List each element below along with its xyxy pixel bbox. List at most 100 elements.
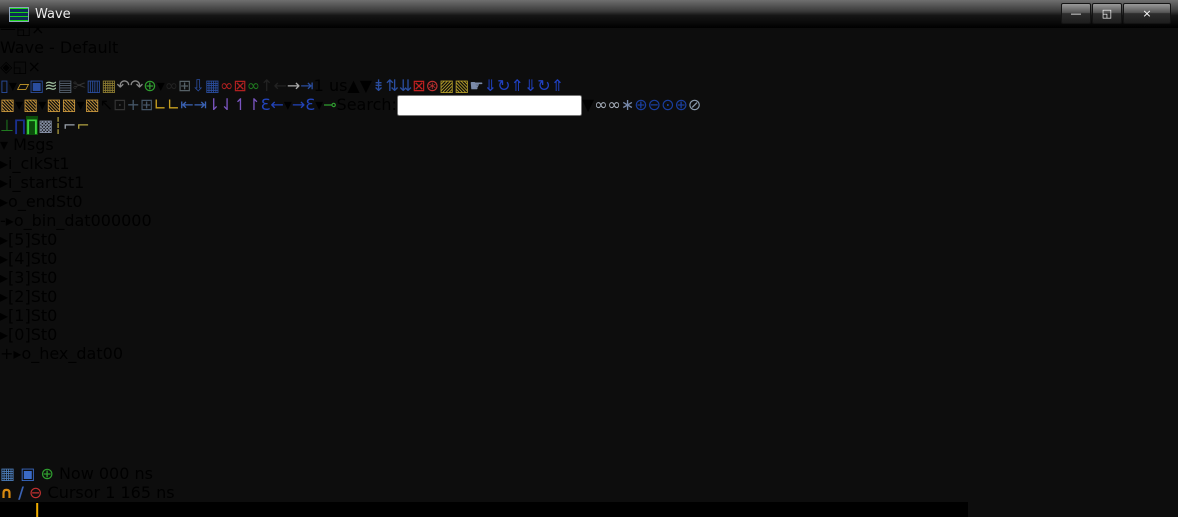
time-range-spinbox[interactable]: 1 us bbox=[314, 76, 348, 95]
back-button[interactable]: ← bbox=[273, 76, 286, 95]
show-drivers-button[interactable]: ▨ bbox=[439, 76, 454, 95]
search-prev-button[interactable]: ∞ bbox=[594, 95, 607, 114]
monitor-icon[interactable]: ▣ bbox=[20, 464, 35, 483]
pane-header[interactable]: Wave - Default ◈ ◱ × bbox=[0, 38, 1178, 76]
search-options-button[interactable]: ∗ bbox=[621, 95, 634, 114]
cursor-down-button[interactable]: ⇊ bbox=[399, 76, 412, 95]
signal-row-3[interactable]: ▸[3]St0 bbox=[0, 268, 1178, 287]
spinbox-arrows[interactable]: ▲▼ bbox=[347, 76, 372, 95]
paste-button[interactable]: ▦ bbox=[101, 76, 116, 95]
cursor-name-box[interactable]: Cursor 1 bbox=[48, 483, 116, 502]
zoom-in-button[interactable]: ⊕ bbox=[634, 95, 647, 114]
redo-button[interactable]: ↷ bbox=[130, 76, 143, 95]
forward-button[interactable]: → bbox=[287, 76, 300, 95]
restore-zoom-cursor-button[interactable]: ⇟ bbox=[372, 76, 385, 95]
pane-dock-button[interactable]: ◱ bbox=[12, 57, 27, 76]
pane-close-button[interactable]: × bbox=[27, 57, 40, 76]
prev-falling-edge-button[interactable]: ⇂ bbox=[207, 95, 220, 114]
cut-button[interactable]: ✂ bbox=[73, 76, 86, 95]
add-to-wave-button[interactable]: ▧▾ bbox=[0, 95, 23, 114]
search-input[interactable] bbox=[396, 95, 582, 116]
prev-transition-button[interactable]: ⇓ bbox=[484, 76, 497, 95]
up-level-button[interactable]: ↑ bbox=[260, 76, 273, 95]
signal-row-0[interactable]: ▸[0]St0 bbox=[0, 325, 1178, 344]
signal-row-4[interactable]: ▸[4]St0 bbox=[0, 249, 1178, 268]
expanded-time-events-button[interactable]: ⌐ bbox=[63, 116, 76, 135]
select-mode-button[interactable]: ↖ bbox=[100, 95, 113, 114]
pane-float-button[interactable]: ◈ bbox=[0, 57, 12, 76]
save-file-button[interactable]: ▣ bbox=[29, 76, 44, 95]
signal-row-5[interactable]: ▸[5]St0 bbox=[0, 230, 1178, 249]
memory-view-button[interactable]: ▦ bbox=[205, 76, 220, 95]
event-traceback-button[interactable]: Ɛ←▾ bbox=[261, 95, 292, 114]
copy-button[interactable]: ▥ bbox=[86, 76, 101, 95]
transition-jump-button[interactable]: ↻ bbox=[497, 76, 510, 95]
wrench-icon[interactable]: / bbox=[18, 483, 24, 502]
signal-row-o_end[interactable]: ▸o_endSt0 bbox=[0, 192, 1178, 211]
log-all-button[interactable]: ⇩ bbox=[191, 76, 204, 95]
undo-button[interactable]: ↶ bbox=[116, 76, 129, 95]
show-hierarchy-button[interactable]: ⊞ bbox=[178, 76, 191, 95]
remove-icon[interactable]: ⊖ bbox=[29, 483, 42, 502]
show-cause-button[interactable]: ⊸ bbox=[323, 95, 336, 114]
pulse-view-blue-button[interactable]: ∏ bbox=[14, 116, 26, 135]
print-button[interactable]: ▤ bbox=[58, 76, 73, 95]
zoom-mode-button[interactable]: ⊡ bbox=[113, 95, 126, 114]
expanded-time-deltas-button[interactable]: ┆ bbox=[53, 116, 63, 135]
stop-wave-drawing-button[interactable]: ⊛ bbox=[426, 76, 439, 95]
next-edge-button[interactable]: ⇥ bbox=[194, 95, 207, 114]
add-cursor-icon[interactable]: ⊕ bbox=[40, 464, 53, 483]
pattern-fill-button[interactable]: ▩ bbox=[38, 116, 53, 135]
add-copy-button[interactable]: ▧ bbox=[46, 95, 61, 114]
signal-row-o_hex_dat[interactable]: +▸o_hex_dat00 bbox=[0, 344, 1178, 363]
prev-rising-edge-button[interactable]: ↿ bbox=[234, 95, 247, 114]
expanded-time-all-button[interactable]: ⌐ bbox=[76, 116, 89, 135]
insert-cursor-button[interactable]: ∟ bbox=[153, 95, 166, 114]
next-event-button[interactable]: ⇑ bbox=[551, 76, 564, 95]
signal-row-i_clk[interactable]: ▸i_clkSt1 bbox=[0, 154, 1178, 173]
cursor-up-down-button[interactable]: ⇅ bbox=[385, 76, 398, 95]
chevron-down-icon[interactable]: ▾ bbox=[0, 135, 8, 154]
wave-canvas[interactable]: 0000001...0...0...0...0...0...0000000...… bbox=[0, 502, 968, 517]
pan-hand-button[interactable]: ☛ bbox=[469, 76, 483, 95]
pulse-view-green-button[interactable]: ∏ bbox=[26, 116, 39, 135]
delete-contents-button[interactable]: ⊠ bbox=[233, 76, 246, 95]
find-button[interactable]: ∞ bbox=[165, 76, 178, 95]
find-in-files-button[interactable]: ∞ bbox=[220, 76, 233, 95]
expand-toggle[interactable]: + bbox=[0, 344, 13, 363]
next-transition-button[interactable]: ⇑ bbox=[510, 76, 523, 95]
zoom-full-button[interactable]: ⊙ bbox=[661, 95, 674, 114]
search-dropdown[interactable]: ▼ bbox=[582, 95, 594, 114]
signal-row-1[interactable]: ▸[1]St0 bbox=[0, 306, 1178, 325]
cursor-line-mode-button[interactable]: ⊥ bbox=[0, 116, 14, 135]
delete-cursor-button[interactable]: ⊠ bbox=[412, 76, 425, 95]
add-cut-button[interactable]: ▧▾ bbox=[23, 95, 46, 114]
zoom-cursor-button[interactable]: ⊕ bbox=[674, 95, 687, 114]
signal-row-o_bin_dat[interactable]: -▸o_bin_dat000000 bbox=[0, 211, 1178, 230]
event-forward-button[interactable]: →Ɛ▾ bbox=[292, 95, 323, 114]
clock-icon[interactable]: ▦ bbox=[0, 464, 15, 483]
restore-button[interactable]: ◱ bbox=[1092, 3, 1122, 24]
prev-event-button[interactable]: ⇓ bbox=[524, 76, 537, 95]
add-insert-button[interactable]: ▧ bbox=[85, 95, 100, 114]
new-file-button[interactable]: ▯▾ bbox=[0, 76, 17, 95]
next-falling-edge-button[interactable]: ⇃ bbox=[220, 95, 233, 114]
signal-panel-header[interactable]: ▾ Msgs bbox=[0, 135, 1178, 154]
delete-cursor-2-button[interactable]: ∟ bbox=[167, 95, 180, 114]
signal-row-2[interactable]: ▸[2]St0 bbox=[0, 287, 1178, 306]
lock-icon[interactable]: ∩ bbox=[0, 483, 13, 502]
add-selected-button[interactable]: ⊕▾ bbox=[143, 76, 164, 95]
minimize-button[interactable]: — bbox=[1061, 3, 1091, 24]
pan-mode-button[interactable]: + bbox=[127, 95, 140, 114]
signal-row-i_start[interactable]: ▸i_startSt1 bbox=[0, 173, 1178, 192]
zoom-out-button[interactable]: ⊖ bbox=[648, 95, 661, 114]
zoom-range-button[interactable]: ⊘ bbox=[688, 95, 701, 114]
search-input-box[interactable]: ▼ bbox=[396, 95, 594, 116]
close-button[interactable]: × bbox=[1123, 3, 1171, 24]
titlebar[interactable]: Wave — ◱ × bbox=[0, 0, 1178, 28]
next-rising-edge-button[interactable]: ↾ bbox=[247, 95, 260, 114]
prev-edge-button[interactable]: ⇤ bbox=[180, 95, 193, 114]
search-next-button[interactable]: ∞ bbox=[608, 95, 621, 114]
goto-time-button[interactable]: ⇥ bbox=[300, 76, 313, 95]
show-readers-button[interactable]: ▧ bbox=[454, 76, 469, 95]
